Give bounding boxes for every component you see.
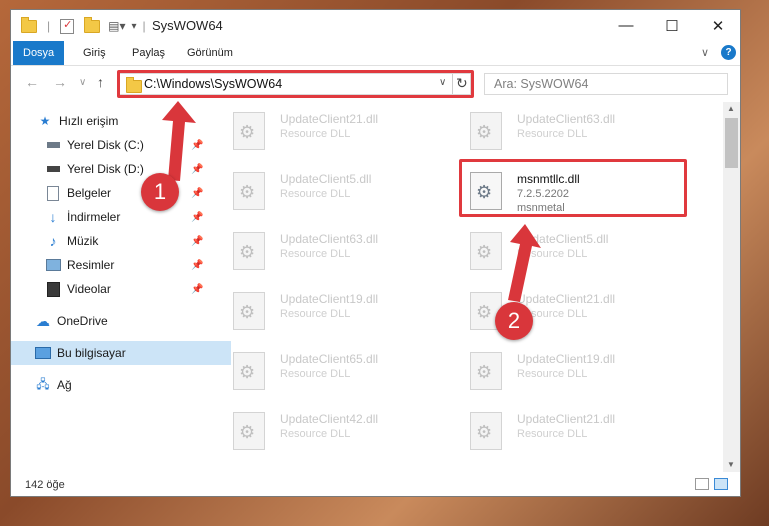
annotation-badge-2: 2 (495, 302, 533, 340)
arrow-1 (162, 101, 196, 181)
arrow-2 (508, 224, 541, 302)
annotation-badge-1: 1 (141, 173, 179, 211)
annotation-arrows (162, 101, 541, 302)
